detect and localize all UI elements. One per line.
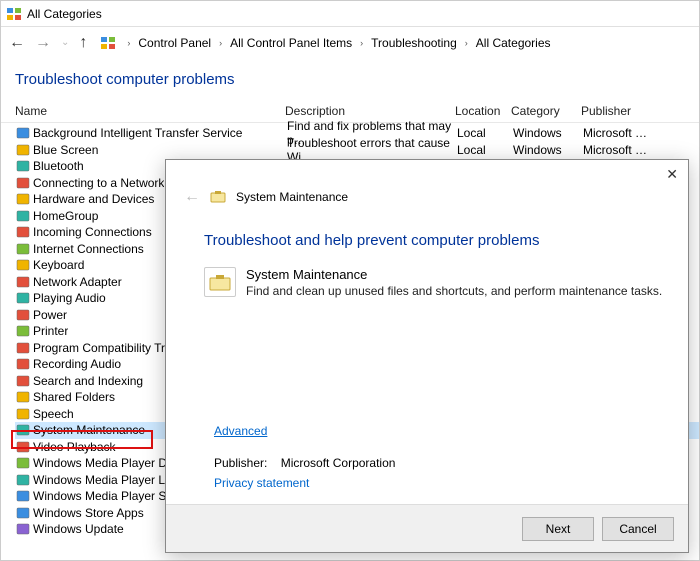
item-icon: [15, 373, 31, 388]
chevron-right-icon[interactable]: ›: [360, 38, 363, 48]
briefcase-icon: [204, 267, 236, 297]
advanced-link[interactable]: Advanced: [214, 424, 267, 438]
item-label: Power: [33, 308, 67, 322]
item-icon: [15, 307, 31, 322]
dialog-item-subtitle: Find and clean up unused files and short…: [246, 284, 662, 298]
forward-button[interactable]: →: [35, 35, 51, 51]
item-location: Local: [457, 126, 513, 140]
chevron-right-icon[interactable]: ›: [219, 38, 222, 48]
breadcrumb-segment[interactable]: All Categories: [474, 34, 553, 52]
window-title: All Categories: [27, 7, 102, 21]
item-icon: [15, 489, 31, 504]
item-icon: [15, 324, 31, 339]
item-label: Windows Update: [33, 522, 124, 536]
item-icon: [15, 406, 31, 421]
page-title: Troubleshoot computer problems: [15, 71, 699, 88]
item-icon: [15, 456, 31, 471]
item-icon: [15, 175, 31, 190]
item-icon: [15, 274, 31, 289]
item-publisher: Microsoft …: [583, 126, 663, 140]
control-panel-icon: [101, 37, 115, 49]
item-icon: [15, 522, 31, 537]
recent-dropdown[interactable]: ⌄: [61, 38, 69, 48]
breadcrumb-segment[interactable]: All Control Panel Items: [228, 34, 354, 52]
item-label: Bluetooth: [33, 159, 84, 173]
dialog-title: System Maintenance: [236, 190, 348, 204]
dialog-item-title: System Maintenance: [246, 267, 662, 282]
item-label: Connecting to a Network: [33, 176, 164, 190]
publisher-label: Publisher:: [214, 456, 267, 470]
item-icon: [15, 225, 31, 240]
item-label: Recording Audio: [33, 357, 121, 371]
list-item[interactable]: Blue ScreenTroubleshoot errors that caus…: [15, 142, 699, 159]
item-label: Speech: [33, 407, 74, 421]
close-button[interactable]: ✕: [666, 166, 678, 183]
item-label: Windows Store Apps: [33, 506, 144, 520]
column-header-name[interactable]: Name: [15, 104, 285, 118]
item-label: Keyboard: [33, 258, 84, 272]
item-icon: [15, 159, 31, 174]
column-header-location[interactable]: Location: [455, 104, 511, 118]
item-label: HomeGroup: [33, 209, 98, 223]
privacy-link[interactable]: Privacy statement: [214, 476, 688, 490]
window-titlebar: All Categories: [1, 1, 699, 27]
item-icon: [15, 505, 31, 520]
item-label: Blue Screen: [33, 143, 287, 157]
item-label: Windows Media Player Library: [33, 473, 171, 487]
item-icon: [15, 126, 31, 141]
item-icon: [15, 439, 31, 454]
item-icon: [15, 192, 31, 207]
item-icon: [15, 208, 31, 223]
back-button[interactable]: ←: [9, 35, 25, 51]
column-header-category[interactable]: Category: [511, 104, 581, 118]
item-icon: [15, 142, 31, 157]
item-icon: [15, 423, 31, 438]
item-label: Background Intelligent Transfer Service: [33, 126, 287, 140]
chevron-right-icon[interactable]: ›: [127, 38, 130, 48]
item-label: System Maintenance: [33, 423, 145, 437]
cancel-button[interactable]: Cancel: [602, 517, 674, 541]
item-category: Windows: [513, 143, 583, 157]
item-location: Local: [457, 143, 513, 157]
item-label: Playing Audio: [33, 291, 106, 305]
item-icon: [15, 258, 31, 273]
control-panel-icon: [7, 8, 21, 20]
item-label: Incoming Connections: [33, 225, 152, 239]
item-label: Shared Folders: [33, 390, 115, 404]
item-icon: [15, 241, 31, 256]
item-label: Network Adapter: [33, 275, 122, 289]
item-label: Hardware and Devices: [33, 192, 154, 206]
next-button[interactable]: Next: [522, 517, 594, 541]
up-button[interactable]: ↑: [79, 35, 87, 51]
troubleshooter-dialog: ✕ ← System Maintenance Troubleshoot and …: [165, 159, 689, 553]
column-header-description[interactable]: Description: [285, 104, 455, 118]
item-icon: [15, 472, 31, 487]
breadcrumb[interactable]: › Control Panel › All Control Panel Item…: [101, 34, 552, 52]
item-label: Internet Connections: [33, 242, 144, 256]
dialog-back-button[interactable]: ←: [184, 188, 200, 206]
item-label: Search and Indexing: [33, 374, 143, 388]
item-category: Windows: [513, 126, 583, 140]
item-label: Windows Media Player Settings: [33, 489, 171, 503]
item-icon: [15, 291, 31, 306]
item-icon: [15, 357, 31, 372]
item-label: Printer: [33, 324, 68, 338]
item-icon: [15, 390, 31, 405]
publisher-line: Publisher: Microsoft Corporation: [214, 456, 688, 470]
breadcrumb-segment[interactable]: Control Panel: [136, 34, 213, 52]
maintenance-icon: [210, 189, 226, 205]
chevron-right-icon[interactable]: ›: [465, 38, 468, 48]
dialog-heading: Troubleshoot and help prevent computer p…: [204, 232, 688, 249]
dialog-footer: Next Cancel: [166, 504, 688, 552]
breadcrumb-segment[interactable]: Troubleshooting: [369, 34, 459, 52]
item-publisher: Microsoft …: [583, 143, 663, 157]
item-label: Video Playback: [33, 440, 116, 454]
publisher-value: Microsoft Corporation: [281, 456, 396, 470]
navigation-bar: ← → ⌄ ↑ › Control Panel › All Control Pa…: [1, 27, 699, 59]
column-header-publisher[interactable]: Publisher: [581, 104, 661, 118]
item-label: Program Compatibility Troubleshooter: [33, 341, 171, 355]
item-icon: [15, 340, 31, 355]
item-label: Windows Media Player DVD: [33, 456, 171, 470]
